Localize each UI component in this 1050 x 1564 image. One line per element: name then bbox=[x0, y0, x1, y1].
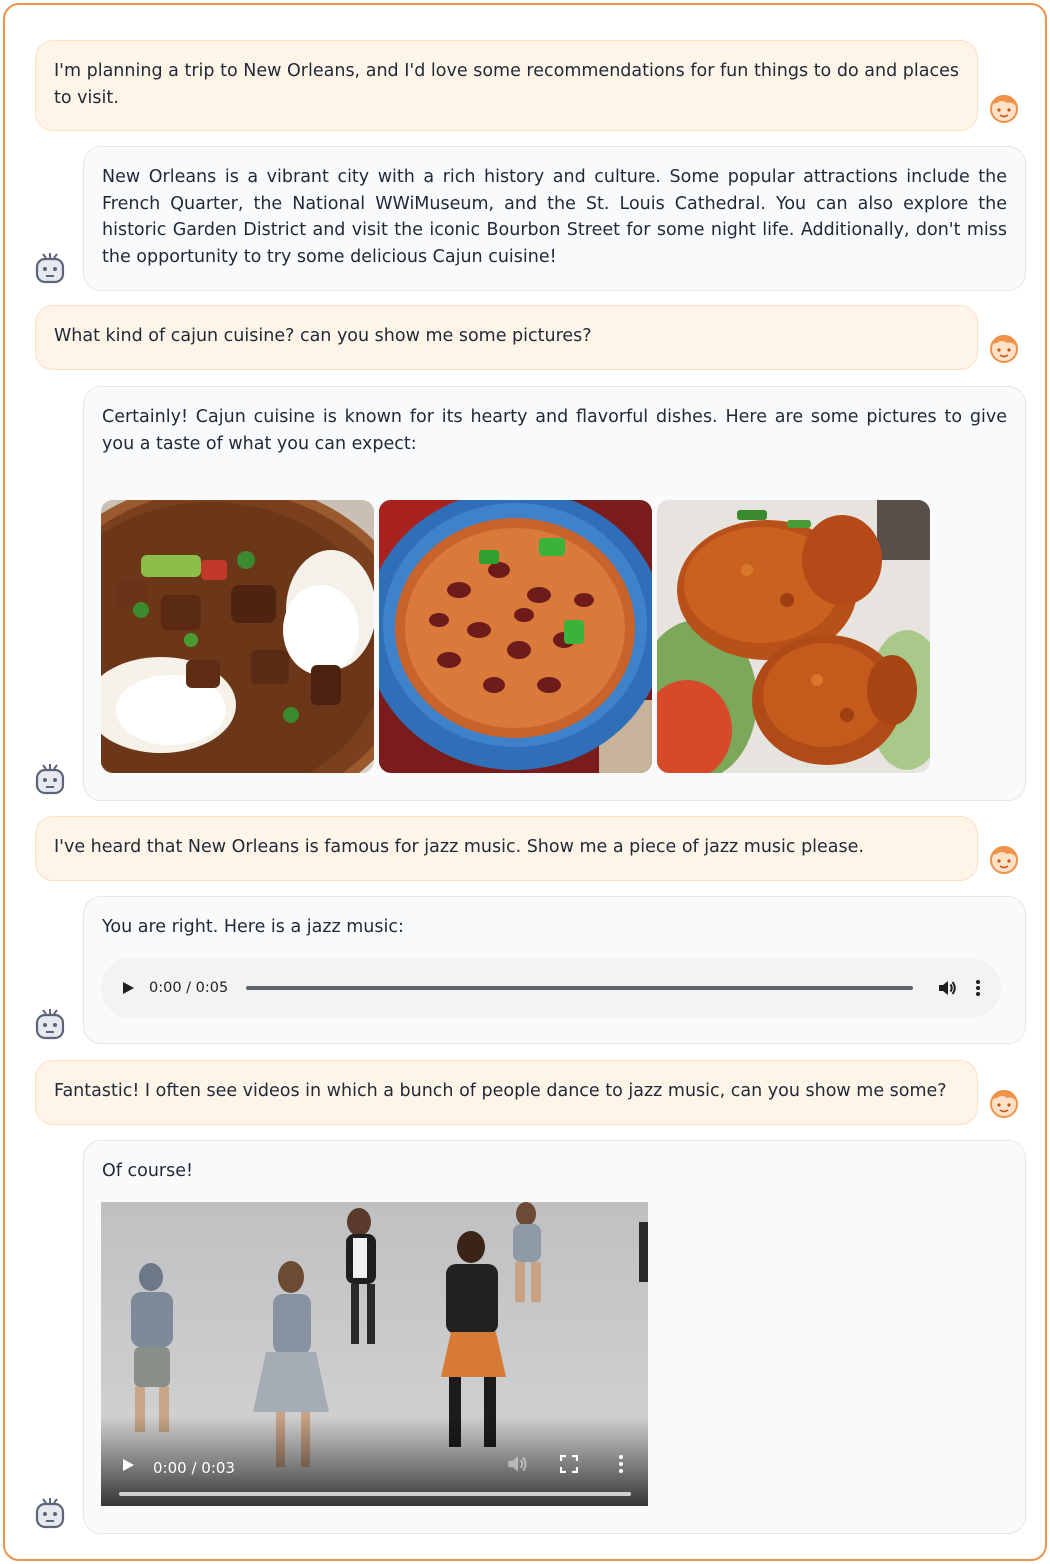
bot-message: Certainly! Cajun cuisine is known for it… bbox=[83, 386, 1026, 801]
user-avatar-icon bbox=[987, 842, 1021, 876]
message-text: What kind of cajun cuisine? can you show… bbox=[54, 326, 592, 346]
robot-avatar-icon bbox=[33, 1007, 67, 1041]
robot-avatar-icon bbox=[33, 251, 67, 285]
message-text: You are right. Here is a jazz music: bbox=[102, 917, 404, 937]
message-text: Fantastic! I often see videos in which a… bbox=[54, 1081, 947, 1101]
user-message: What kind of cajun cuisine? can you show… bbox=[35, 305, 978, 370]
play-icon[interactable] bbox=[121, 981, 135, 995]
audio-time: 0:00 / 0:05 bbox=[149, 979, 229, 996]
more-vertical-icon[interactable] bbox=[975, 979, 981, 997]
user-avatar-icon bbox=[987, 91, 1021, 125]
user-avatar-icon bbox=[987, 331, 1021, 365]
fried-chicken-image[interactable] bbox=[657, 500, 930, 773]
image-gallery bbox=[101, 500, 930, 773]
robot-avatar-icon bbox=[33, 1496, 67, 1530]
chat-frame: I'm planning a trip to New Orleans, and … bbox=[3, 3, 1047, 1561]
bot-message: Of course! 0:00 / 0:03 bbox=[83, 1140, 1026, 1534]
message-text: Certainly! Cajun cuisine is known for it… bbox=[102, 407, 1007, 454]
video-time: 0:00 / 0:03 bbox=[153, 1459, 235, 1477]
gumbo-image[interactable] bbox=[101, 500, 374, 773]
audio-progress-bar[interactable] bbox=[246, 986, 913, 990]
fullscreen-icon[interactable] bbox=[560, 1455, 578, 1473]
message-text: Of course! bbox=[102, 1161, 194, 1181]
user-message: I've heard that New Orleans is famous fo… bbox=[35, 816, 978, 881]
user-message: Fantastic! I often see videos in which a… bbox=[35, 1060, 978, 1125]
message-text: New Orleans is a vibrant city with a ric… bbox=[102, 167, 1007, 267]
bot-message: New Orleans is a vibrant city with a ric… bbox=[83, 146, 1026, 291]
video-progress-bar[interactable] bbox=[119, 1492, 631, 1496]
play-icon[interactable] bbox=[121, 1458, 135, 1472]
message-text: I'm planning a trip to New Orleans, and … bbox=[54, 61, 959, 108]
more-vertical-icon[interactable] bbox=[618, 1454, 624, 1474]
bot-message: You are right. Here is a jazz music: 0:0… bbox=[83, 896, 1026, 1044]
user-avatar-icon bbox=[987, 1086, 1021, 1120]
user-message: I'm planning a trip to New Orleans, and … bbox=[35, 40, 978, 131]
volume-icon[interactable] bbox=[937, 978, 957, 998]
video-player[interactable]: 0:00 / 0:03 bbox=[101, 1202, 648, 1506]
volume-icon[interactable] bbox=[506, 1453, 528, 1475]
robot-avatar-icon bbox=[33, 762, 67, 796]
red-beans-rice-image[interactable] bbox=[379, 500, 652, 773]
audio-player[interactable]: 0:00 / 0:05 bbox=[101, 958, 1001, 1018]
message-text: I've heard that New Orleans is famous fo… bbox=[54, 837, 864, 857]
video-controls: 0:00 / 0:03 bbox=[101, 1416, 648, 1506]
